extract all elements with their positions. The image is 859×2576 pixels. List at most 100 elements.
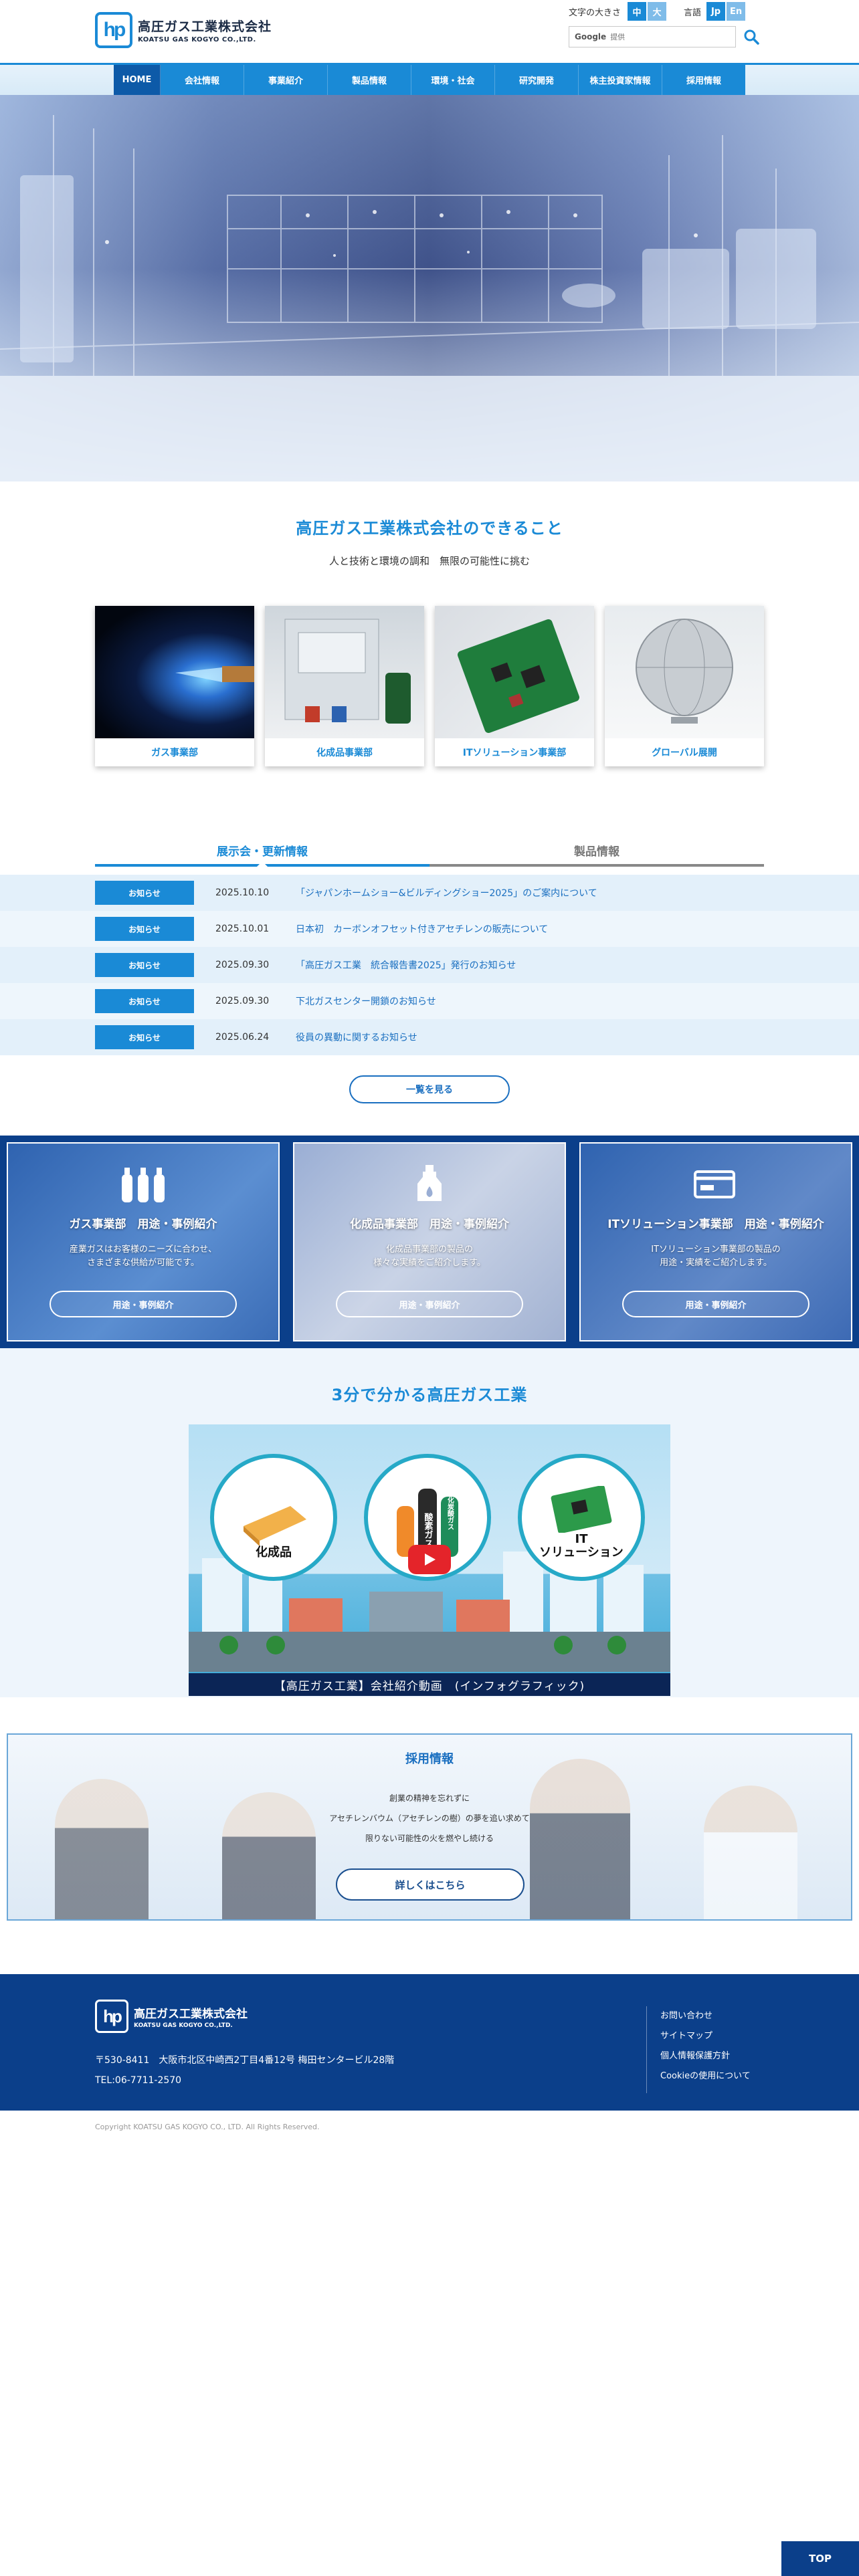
recruit-line: アセチレンバウム（アセチレンの樹）の夢を追い求めて	[329, 1814, 530, 1823]
svg-text:酸素ガス: 酸素ガス	[423, 1512, 434, 1547]
plant-illustration	[0, 115, 859, 481]
news-date: 2025.09.30	[215, 996, 270, 1006]
footer-company-name-en: KOATSU GAS KOGYO CO.,LTD.	[134, 2022, 233, 2029]
use-case-chemicals-button[interactable]: 用途・事例紹介	[336, 1291, 523, 1317]
global-nav: HOME 会社情報 事業紹介 製品情報 環境・社会 研究開発 株主投資家情報 採…	[114, 65, 745, 95]
nav-company[interactable]: 会社情報	[161, 65, 244, 95]
font-size-label: 文字の大きさ	[569, 7, 622, 18]
recruit-message: 創業の精神を忘れずに アセチレンバウム（アセチレンの樹）の夢を追い求めて 限りな…	[8, 1788, 851, 1848]
intro-title: 高圧ガス工業株式会社のできること	[296, 519, 563, 538]
hp-logo-icon: hp	[95, 2000, 128, 2033]
business-card-it-label: ITソリューション事業部	[462, 748, 567, 758]
intro-subtitle: 人と技術と環境の調和 無限の可能性に挑む	[328, 555, 530, 567]
video-circle-chemicals: 化成品	[210, 1454, 337, 1581]
news-tag: お知らせ	[95, 881, 194, 905]
site-logo[interactable]: hp 高圧ガス工業株式会社 KOATSU GAS KOGYO CO.,LTD.	[95, 12, 272, 48]
news-item[interactable]: お知らせ 2025.10.01 日本初 カーボンオフセット付きアセチレンの販売に…	[0, 911, 859, 947]
news-item[interactable]: お知らせ 2025.10.10 「ジャパンホームショー&ビルディングショー202…	[0, 875, 859, 911]
business-card-gas[interactable]: ガス事業部	[95, 606, 254, 766]
recruit-banner: 採用情報 創業の精神を忘れずに アセチレンバウム（アセチレンの樹）の夢を追い求め…	[7, 1733, 852, 1921]
news-item[interactable]: お知らせ 2025.09.30 下北ガスセンター開鎖のお知らせ	[0, 983, 859, 1019]
news-date: 2025.09.30	[215, 960, 270, 970]
lang-jp-button[interactable]: Jp	[706, 2, 726, 21]
footer-links: お問い合わせ サイトマップ 個人情報保護方針 Cookieの使用について	[646, 2006, 751, 2093]
footer-link-privacy[interactable]: 個人情報保護方針	[660, 2046, 751, 2066]
search-input[interactable]	[610, 32, 718, 41]
news-title: 下北ガスセンター開鎖のお知らせ	[296, 996, 436, 1007]
news-tag: お知らせ	[95, 1025, 194, 1049]
site-footer: hp 高圧ガス工業株式会社 KOATSU GAS KOGYO CO.,LTD. …	[0, 1974, 859, 2111]
svg-text:液化炭酸ガス: 液化炭酸ガス	[446, 1489, 454, 1530]
use-case-gas: ガス事業部 用途・事例紹介 産業ガスはお客様のニーズに合わせ、 さまざまな供給が…	[0, 1136, 286, 1348]
business-card-global-label: グローバル展開	[652, 748, 717, 758]
tab-product-info[interactable]: 製品情報	[430, 836, 764, 867]
nav-investors[interactable]: 株主投資家情報	[579, 65, 662, 95]
gas-cylinders-icon	[116, 1164, 170, 1204]
news-item[interactable]: お知らせ 2025.06.24 役員の異動に関するお知らせ	[0, 1019, 859, 1055]
footer-address-block: 〒530-8411 大阪市北区中崎西2丁目4番12号 梅田センタービル28階 T…	[95, 2050, 394, 2090]
tab-exhibitions-updates[interactable]: 展示会・更新情報	[95, 836, 430, 867]
news-item[interactable]: お知らせ 2025.09.30 「高圧ガス工業 統合報告書2025」発行のお知ら…	[0, 947, 859, 983]
news-date: 2025.06.24	[215, 1032, 270, 1043]
search-field[interactable]: Google	[569, 26, 736, 47]
use-case-banners: ガス事業部 用途・事例紹介 産業ガスはお客様のニーズに合わせ、 さまざまな供給が…	[0, 1136, 859, 1348]
footer-link-sitemap[interactable]: サイトマップ	[660, 2026, 751, 2046]
nav-research[interactable]: 研究開発	[495, 65, 579, 95]
use-case-chemicals: 化成品事業部 用途・事例紹介 化成品事業部の製品の 様々な実績をご紹介します。 …	[286, 1136, 573, 1348]
copyright: Copyright KOATSU GAS KOGYO CO., LTD. All…	[95, 2123, 320, 2131]
nav-business[interactable]: 事業紹介	[244, 65, 328, 95]
footer-logo[interactable]: hp 高圧ガス工業株式会社 KOATSU GAS KOGYO CO.,LTD.	[95, 2000, 248, 2033]
video-caption: 【高圧ガス工業】会社紹介動画 (インフォグラフィック)	[189, 1673, 670, 1696]
font-size-large-button[interactable]: 大	[648, 2, 667, 21]
circuit-board-image	[435, 606, 594, 738]
business-card-global[interactable]: グローバル展開	[605, 606, 764, 766]
global-nav-band: HOME 会社情報 事業紹介 製品情報 環境・社会 研究開発 株主投資家情報 採…	[0, 63, 859, 95]
business-card-it[interactable]: ITソリューション事業部	[435, 606, 594, 766]
news-date: 2025.10.01	[215, 924, 270, 934]
video-circle-it-label: IT ソリューション	[539, 1532, 624, 1560]
card-reader-icon	[692, 1164, 739, 1204]
video-play-button[interactable]	[408, 1545, 451, 1574]
footer-company-name: 高圧ガス工業株式会社	[134, 2007, 248, 2021]
footer-link-cookie[interactable]: Cookieの使用について	[660, 2066, 751, 2086]
use-case-it: ITソリューション事業部 用途・事例紹介 ITソリューション事業部の製品の 用途…	[573, 1136, 859, 1348]
logo-company-name-en: KOATSU GAS KOGYO CO.,LTD.	[138, 36, 256, 43]
footer-address: 〒530-8411 大阪市北区中崎西2丁目4番12号 梅田センタービル28階	[95, 2055, 395, 2066]
news-tag: お知らせ	[95, 917, 194, 941]
insulation-board-icon	[244, 1506, 306, 1546]
video-section-title: 3分で分かる高圧ガス工業	[331, 1386, 528, 1404]
footer-link-contact[interactable]: お問い合わせ	[660, 2006, 751, 2026]
hero-image-plant	[0, 95, 859, 481]
business-card-chemicals[interactable]: 化成品事業部	[265, 606, 424, 766]
circuit-board-icon	[551, 1486, 612, 1533]
site-search: Google	[569, 25, 764, 48]
news-tabs: 展示会・更新情報 製品情報	[95, 836, 764, 867]
gas-flame-image	[95, 606, 254, 738]
view-all-news-button[interactable]: 一覧を見る	[349, 1075, 510, 1103]
recruit-details-button[interactable]: 詳しくはこちら	[336, 1868, 524, 1901]
news-title: 日本初 カーボンオフセット付きアセチレンの販売について	[296, 924, 549, 935]
news-tag: お知らせ	[95, 989, 194, 1013]
google-brand-label: Google	[575, 32, 607, 41]
news-title: 役員の異動に関するお知らせ	[296, 1033, 417, 1043]
company-video-player[interactable]: 化成品 酸素ガス 液化炭酸ガス IT ソリューション 【高圧ガス工業】会社紹介動…	[189, 1424, 670, 1696]
nav-home[interactable]: HOME	[114, 65, 161, 95]
font-size-medium-button[interactable]: 中	[628, 2, 647, 21]
back-to-top-button[interactable]: TOP	[781, 2541, 859, 2576]
logo-company-name: 高圧ガス工業株式会社	[138, 19, 272, 34]
chemical-bottle-icon	[415, 1164, 444, 1204]
search-button[interactable]	[740, 26, 763, 47]
globe-image	[605, 606, 764, 738]
use-case-gas-button[interactable]: 用途・事例紹介	[50, 1291, 237, 1317]
nav-products[interactable]: 製品情報	[328, 65, 411, 95]
utility-bar: 文字の大きさ 中 大 言語 Jp En	[569, 0, 764, 23]
lang-en-button[interactable]: En	[727, 2, 746, 21]
business-card-chemicals-label: 化成品事業部	[316, 748, 373, 758]
footer-tel: TEL:06-7711-2570	[95, 2075, 182, 2086]
use-case-it-button[interactable]: 用途・事例紹介	[622, 1291, 809, 1317]
hp-logo-icon: hp	[95, 12, 132, 48]
nav-environment[interactable]: 環境・社会	[411, 65, 495, 95]
company-video-section: 3分で分かる高圧ガス工業 化成品 酸素ガス 液化炭酸ガス IT ソリューション …	[0, 1348, 859, 1697]
language-label: 言語	[684, 7, 702, 18]
nav-recruit[interactable]: 採用情報	[662, 65, 745, 95]
